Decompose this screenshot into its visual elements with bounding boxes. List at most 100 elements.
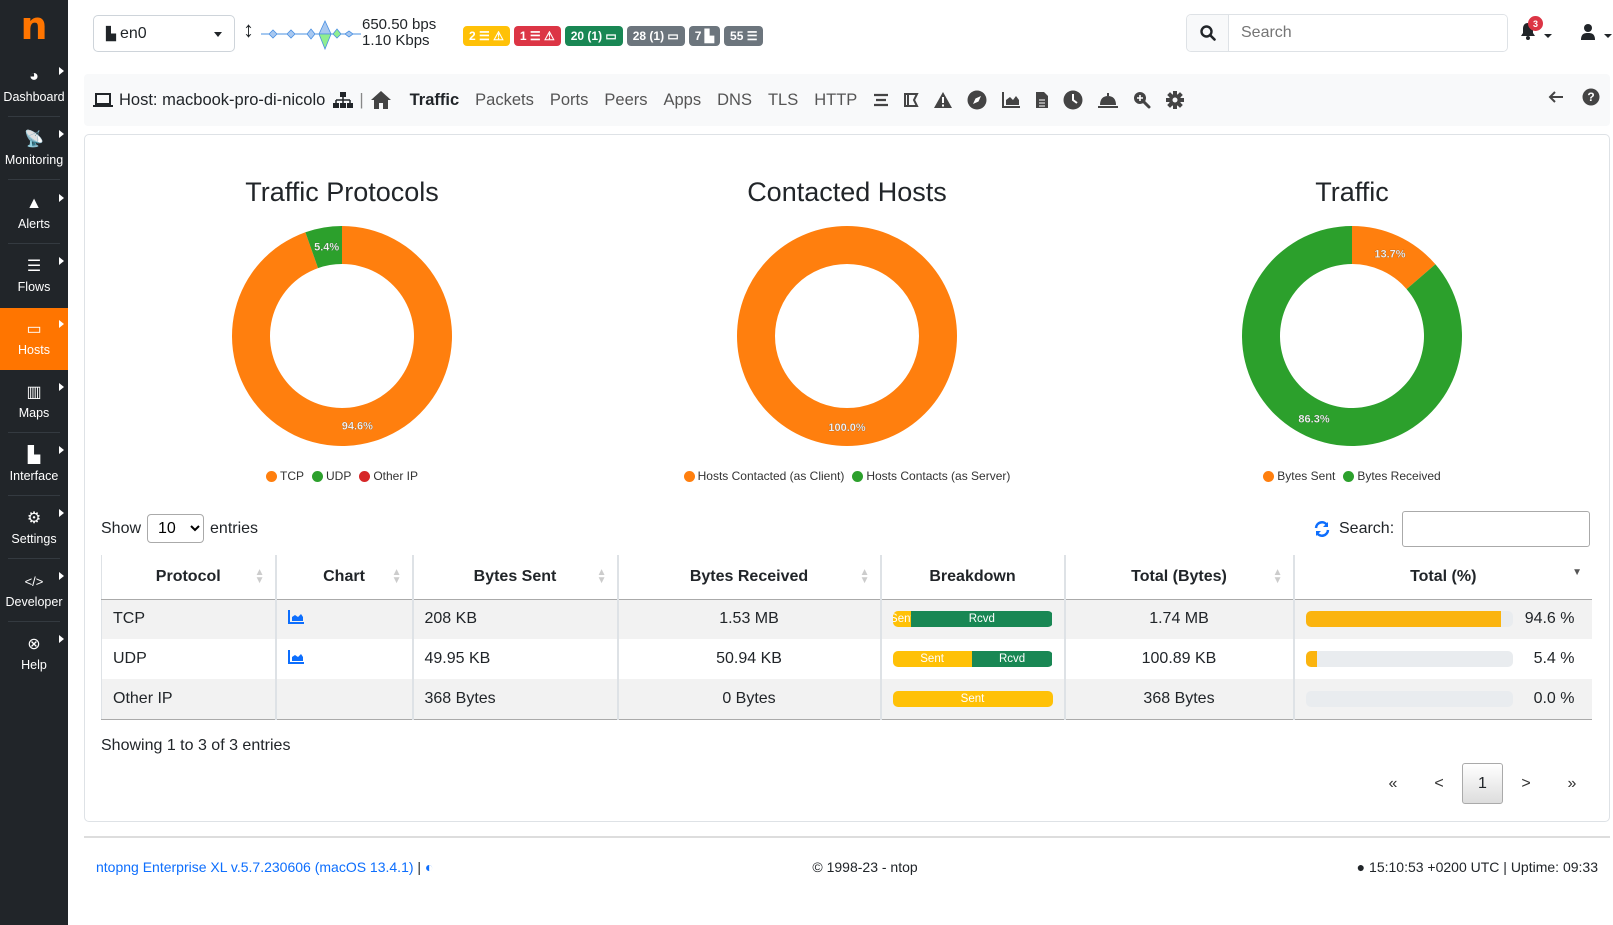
donut-chart-contacted[interactable]: 100.0% <box>735 224 959 448</box>
column-header-total-pct[interactable]: Total (%) ▼ <box>1292 555 1592 600</box>
cell-breakdown: Sent Rcvd <box>879 599 1065 639</box>
legend-traffic: Bytes Sent Bytes Received <box>1132 469 1572 483</box>
donut-chart-protocols[interactable]: 94.6% 5.4% <box>230 224 454 448</box>
legend-item[interactable]: Hosts Contacted (as Client) <box>683 469 844 483</box>
table-row: Other IP 368 Bytes 0 Bytes Sent 368 Byte… <box>101 679 1592 720</box>
sidebar-item-settings[interactable]: ⚙ Settings <box>0 497 68 559</box>
sidebar-item-flows[interactable]: ☰ Flows <box>0 245 68 307</box>
download-rate: 1.10 Kbps <box>362 32 430 49</box>
area-chart-icon[interactable] <box>287 649 304 668</box>
sidebar-item-monitoring[interactable]: 📡 Monitoring <box>0 118 68 180</box>
flag-icon[interactable] <box>903 92 919 108</box>
sidebar-item-interface[interactable]: ▙ Interface <box>0 434 68 496</box>
tab-packets[interactable]: Packets <box>475 91 534 110</box>
search-input[interactable] <box>1229 15 1507 51</box>
legend-protocols: TCP UDP Other IP <box>122 469 562 483</box>
table-search-input[interactable] <box>1402 511 1591 547</box>
clock-icon[interactable] <box>1063 90 1083 110</box>
divider <box>8 432 60 433</box>
tab-ports[interactable]: Ports <box>550 91 589 110</box>
donut-chart-traffic[interactable]: 13.7% 86.3% <box>1240 224 1464 448</box>
protocols-table: Protocol ▲ ▼ Chart ▲ ▼ Bytes Sent ▲ ▼ Bytes Re… <box>101 555 1592 720</box>
legend-item[interactable]: Hosts Contacts (as Server) <box>852 469 1010 483</box>
refresh-icon[interactable] <box>1313 520 1331 538</box>
settings-icon[interactable] <box>1165 90 1185 110</box>
tab-dns[interactable]: DNS <box>717 91 752 110</box>
laptop-icon: ▭ <box>26 321 42 338</box>
cell-chart[interactable] <box>274 639 413 679</box>
search-icon[interactable] <box>1187 15 1229 51</box>
area-chart-icon[interactable] <box>1001 91 1021 109</box>
page-size-select[interactable]: 10 <box>147 514 205 543</box>
pagination: « < 1 > » <box>1370 763 1595 804</box>
chart-title-contacted: Contacted Hosts <box>747 177 947 207</box>
user-menu-button[interactable] <box>1580 23 1613 45</box>
home-icon[interactable] <box>370 90 392 110</box>
compass-icon[interactable] <box>967 90 987 110</box>
pagination-page[interactable]: 1 <box>1462 763 1503 804</box>
sidebar-item-dashboard[interactable]: ◕ Dashboard <box>0 55 68 117</box>
sidebar-item-label: Alerts <box>18 217 50 231</box>
up-down-arrow-icon: ↕ <box>243 17 254 42</box>
github-icon[interactable]: ◐ <box>425 859 433 875</box>
tab-tls[interactable]: TLS <box>768 91 798 110</box>
remote-hosts-badge[interactable]: 28 (1) ▭ <box>626 26 685 46</box>
sort-icon: ▲ ▼ <box>596 567 607 586</box>
column-header-protocol[interactable]: Protocol ▲ ▼ <box>101 555 276 600</box>
back-arrow-icon[interactable] <box>1548 90 1564 109</box>
column-header-bytes-sent[interactable]: Bytes Sent ▲ ▼ <box>411 555 618 600</box>
help-icon[interactable]: ? <box>1582 88 1600 111</box>
area-chart-icon[interactable] <box>287 609 304 628</box>
interface-select[interactable]: ▙ en0 <box>93 15 235 52</box>
tab-http[interactable]: HTTP <box>814 91 857 110</box>
sidebar-item-hosts[interactable]: ▭ Hosts <box>0 308 68 370</box>
chart-title-traffic: Traffic <box>1315 177 1389 207</box>
flows-badge[interactable]: 55 ☰ <box>724 26 764 46</box>
slice-label: 94.6% <box>342 421 373 433</box>
column-header-bytes-received[interactable]: Bytes Received ▲ ▼ <box>616 555 881 600</box>
pagination-last[interactable]: » <box>1549 775 1595 793</box>
local-hosts-badge[interactable]: 20 (1) ▭ <box>564 26 623 46</box>
pagination-first[interactable]: « <box>1370 775 1416 793</box>
sidebar-item-developer[interactable]: </> Developer <box>0 560 68 622</box>
cell-chart[interactable] <box>274 599 413 639</box>
tab-peers[interactable]: Peers <box>604 91 647 110</box>
caret-right-icon <box>59 320 64 328</box>
tab-apps[interactable]: Apps <box>664 91 702 110</box>
caret-right-icon <box>59 383 64 391</box>
legend-item[interactable]: Bytes Sent <box>1263 469 1335 483</box>
slice-hosts-contacted-as-client-[interactable] <box>737 226 957 446</box>
sidebar-item-help[interactable]: ⊗ Help <box>0 623 68 685</box>
legend-item[interactable]: Bytes Received <box>1343 469 1441 483</box>
alert-icon[interactable] <box>933 91 953 109</box>
bell-service-icon[interactable] <box>1097 91 1119 109</box>
sidebar-item-label: Help <box>21 658 47 672</box>
notification-count: 3 <box>1528 16 1543 31</box>
sidebar-item-maps[interactable]: ▥ Maps <box>0 371 68 433</box>
sidebar-item-label: Interface <box>9 469 59 483</box>
notifications-button[interactable]: 3 <box>1520 16 1553 45</box>
legend-item[interactable]: Other IP <box>359 469 418 483</box>
devices-badge[interactable]: 7 ▙ <box>688 26 721 46</box>
warning-alerts-badge[interactable]: 2 ☰ ⚠ <box>463 26 510 46</box>
column-header-chart[interactable]: Chart ▲ ▼ <box>274 555 413 600</box>
traffic-sparkline[interactable] <box>261 17 361 51</box>
upload-rate: 650.50 bps <box>362 16 437 33</box>
sidebar-item-label: Dashboard <box>3 90 65 104</box>
column-header-total-bytes[interactable]: Total (Bytes) ▲ ▼ <box>1063 555 1294 600</box>
legend-item[interactable]: TCP <box>265 469 304 483</box>
network-tree-icon[interactable] <box>333 92 354 108</box>
ntop-logo[interactable]: n <box>0 0 68 52</box>
legend-item[interactable]: UDP <box>311 469 351 483</box>
zoom-in-icon[interactable] <box>1133 91 1151 109</box>
version-info[interactable]: ntopng Enterprise XL v.5.7.230606 (macOS… <box>96 859 433 875</box>
flows-icon[interactable] <box>873 93 889 107</box>
error-alerts-badge[interactable]: 1 ☰ ⚠ <box>513 26 561 46</box>
sidebar-item-alerts[interactable]: ▲ Alerts <box>0 182 68 244</box>
pagination-next[interactable]: > <box>1503 775 1549 793</box>
legend-swatch <box>265 470 277 482</box>
tab-traffic[interactable]: Traffic <box>410 91 460 110</box>
file-icon[interactable] <box>1035 91 1049 109</box>
pagination-prev[interactable]: < <box>1416 775 1462 793</box>
svg-text:?: ? <box>1587 90 1594 104</box>
